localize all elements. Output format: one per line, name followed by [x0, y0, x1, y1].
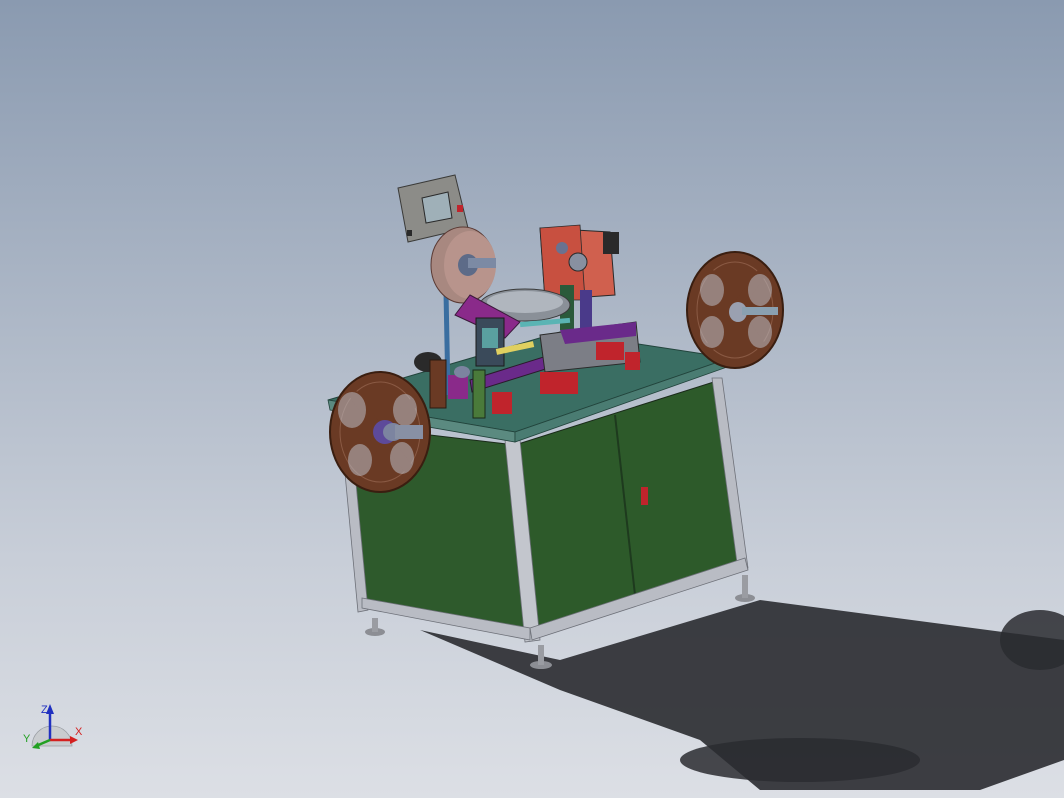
emergency-button[interactable] — [457, 205, 463, 212]
cad-viewport[interactable]: Z X Y — [0, 0, 1064, 798]
center-reel[interactable] — [430, 226, 496, 304]
z-axis-label: Z — [41, 704, 48, 716]
x-axis-label: X — [75, 726, 83, 738]
red-block — [492, 392, 512, 414]
red-block — [596, 342, 624, 360]
red-block — [625, 352, 640, 370]
left-reel[interactable] — [329, 371, 431, 493]
axis-triad[interactable]: Z X Y — [23, 704, 83, 749]
y-axis-label: Y — [23, 733, 31, 745]
right-reel[interactable] — [686, 251, 784, 369]
model-canvas[interactable]: Z X Y — [0, 0, 1064, 798]
hmi-screen[interactable] — [421, 191, 453, 224]
red-block — [540, 372, 578, 394]
door-handle[interactable] — [641, 487, 648, 505]
